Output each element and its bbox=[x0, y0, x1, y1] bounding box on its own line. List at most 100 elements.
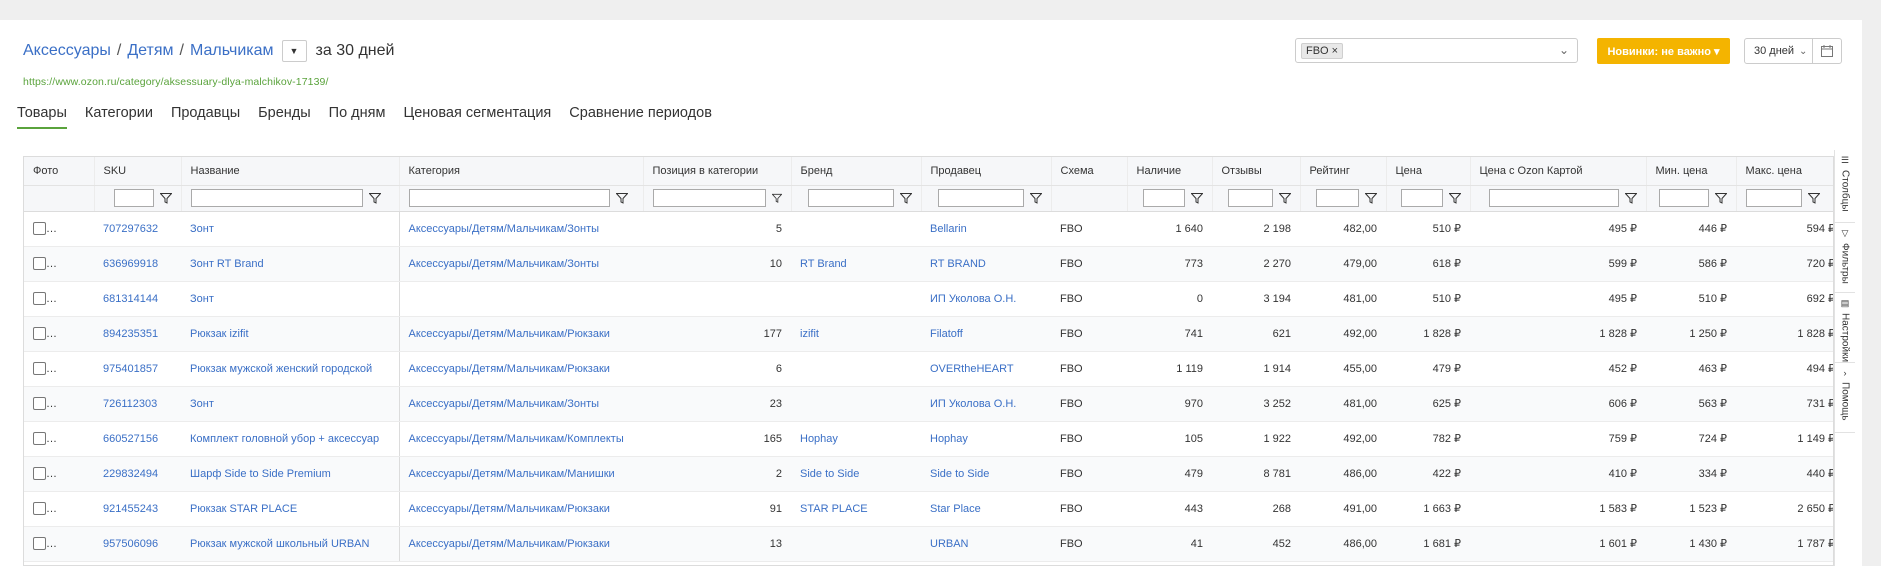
price-filter-input[interactable] bbox=[1400, 189, 1443, 207]
filter-icon[interactable] bbox=[899, 192, 912, 204]
breadcrumb-boys[interactable]: Мальчикам bbox=[190, 42, 274, 60]
brand-link[interactable]: Side to Side bbox=[800, 468, 859, 480]
filter-icon[interactable] bbox=[1624, 192, 1637, 204]
product-name-link[interactable]: Зонт RT Brand bbox=[190, 258, 264, 270]
product-name-link[interactable]: Комплект головной убор + аксессуар bbox=[190, 433, 379, 445]
scheme-filter-select[interactable]: FBO × ⌄ bbox=[1295, 38, 1578, 63]
row-checkbox[interactable] bbox=[33, 502, 46, 515]
product-thumbnail[interactable] bbox=[58, 459, 86, 488]
filter-icon[interactable] bbox=[615, 192, 628, 204]
name-filter-input[interactable] bbox=[190, 189, 363, 207]
table-row[interactable]: 707297632 Зонт Аксессуары/Детям/Мальчикам/… bbox=[24, 211, 1833, 247]
product-thumbnail[interactable] bbox=[58, 354, 86, 383]
product-thumbnail[interactable] bbox=[58, 529, 86, 558]
column-header-reviews[interactable]: Отзывы bbox=[1212, 157, 1301, 186]
table-row[interactable]: 957506096 Рюкзак мужской школьный URBAN Ак… bbox=[24, 526, 1833, 562]
min-price-filter-input[interactable] bbox=[1658, 189, 1709, 207]
filter-icon[interactable] bbox=[1029, 192, 1042, 204]
tab-products[interactable]: Товары bbox=[17, 105, 67, 129]
seller-link[interactable]: Bellarin bbox=[930, 223, 967, 235]
column-header-scheme[interactable]: Схема bbox=[1051, 157, 1128, 186]
product-thumbnail[interactable] bbox=[58, 249, 86, 278]
products-table-container[interactable]: Фото SKU Название Категория Позиция в ка… bbox=[23, 156, 1834, 566]
sku-link[interactable]: 975401857 bbox=[103, 363, 158, 375]
sku-link[interactable]: 921455243 bbox=[103, 503, 158, 515]
product-thumbnail[interactable] bbox=[58, 284, 86, 313]
category-link[interactable]: Аксессуары/Детям/Мальчикам/Рюкзаки bbox=[409, 538, 610, 550]
table-row[interactable]: 636969918 Зонт RT Brand Аксессуары/Детям/М… bbox=[24, 246, 1833, 282]
sku-filter-input[interactable] bbox=[113, 189, 154, 207]
max-price-filter-input[interactable] bbox=[1745, 189, 1802, 207]
sidebar-item-columns[interactable]: ☰ Столбцы bbox=[1835, 150, 1855, 223]
column-header-photo[interactable]: Фото bbox=[24, 157, 95, 186]
row-checkbox[interactable] bbox=[33, 362, 46, 375]
row-checkbox[interactable] bbox=[33, 327, 46, 340]
brand-filter-input[interactable] bbox=[807, 189, 894, 207]
table-row[interactable]: 975401857 Рюкзак мужской женский городско… bbox=[24, 351, 1833, 387]
row-checkbox[interactable] bbox=[33, 292, 46, 305]
tab-price-segmentation[interactable]: Ценовая сегментация bbox=[403, 105, 551, 129]
column-header-max-price[interactable]: Макс. цена bbox=[1736, 157, 1833, 186]
sku-link[interactable]: 681314144 bbox=[103, 293, 158, 305]
table-row[interactable]: 921455243 Рюкзак STAR PLACE Аксессуары/Дет… bbox=[24, 491, 1833, 527]
product-thumbnail[interactable] bbox=[58, 389, 86, 418]
table-row[interactable]: 726112303 Зонт Аксессуары/Детям/Мальчикам/… bbox=[24, 386, 1833, 422]
seller-link[interactable]: Side to Side bbox=[930, 468, 989, 480]
seller-link[interactable]: ИП Уколова О.Н. bbox=[930, 398, 1016, 410]
filter-icon[interactable] bbox=[1364, 192, 1377, 204]
column-header-position[interactable]: Позиция в категории bbox=[643, 157, 792, 186]
reviews-filter-input[interactable] bbox=[1227, 189, 1273, 207]
product-thumbnail[interactable] bbox=[58, 424, 86, 453]
filter-icon[interactable] bbox=[1448, 192, 1461, 204]
filter-icon[interactable] bbox=[771, 193, 782, 204]
product-name-link[interactable]: Рюкзак STAR PLACE bbox=[190, 503, 297, 515]
category-filter-input[interactable] bbox=[408, 189, 610, 207]
category-link[interactable]: Аксессуары/Детям/Мальчикам/Зонты bbox=[409, 258, 600, 270]
breadcrumb-children[interactable]: Детям bbox=[127, 42, 173, 60]
category-link[interactable]: Аксессуары/Детям/Мальчикам/Рюкзаки bbox=[409, 503, 610, 515]
product-name-link[interactable]: Рюкзак мужской школьный URBAN bbox=[190, 538, 369, 550]
sidebar-item-settings[interactable]: ▤ Настройки bbox=[1835, 293, 1855, 363]
category-url[interactable]: https://www.ozon.ru/category/aksessuary-… bbox=[23, 76, 328, 88]
calendar-button[interactable] bbox=[1812, 38, 1842, 64]
category-link[interactable]: Аксессуары/Детям/Мальчикам/Рюкзаки bbox=[409, 328, 610, 340]
brand-link[interactable]: izifit bbox=[800, 328, 819, 340]
category-dropdown-button[interactable]: ▼ bbox=[281, 40, 307, 62]
column-header-category[interactable]: Категория bbox=[398, 157, 644, 186]
rating-filter-input[interactable] bbox=[1315, 189, 1359, 207]
column-header-brand[interactable]: Бренд bbox=[791, 157, 922, 186]
filter-icon[interactable] bbox=[1278, 192, 1291, 204]
category-link[interactable]: Аксессуары/Детям/Мальчикам/Рюкзаки bbox=[409, 363, 610, 375]
column-header-min-price[interactable]: Мин. цена bbox=[1646, 157, 1737, 186]
brand-link[interactable]: RT Brand bbox=[800, 258, 847, 270]
category-link[interactable]: Аксессуары/Детям/Мальчикам/Зонты bbox=[409, 223, 600, 235]
sku-link[interactable]: 636969918 bbox=[103, 258, 158, 270]
sku-link[interactable]: 660527156 bbox=[103, 433, 158, 445]
category-link[interactable]: Аксессуары/Детям/Мальчикам/Зонты bbox=[409, 398, 600, 410]
ozon-card-price-filter-input[interactable] bbox=[1488, 189, 1619, 207]
tab-brands[interactable]: Бренды bbox=[258, 105, 311, 129]
filter-icon[interactable] bbox=[1190, 192, 1203, 204]
brand-link[interactable]: STAR PLACE bbox=[800, 503, 868, 515]
column-header-stock[interactable]: Наличие bbox=[1127, 157, 1213, 186]
table-row[interactable]: 894235351 Рюкзак izifit Аксессуары/Детям/М… bbox=[24, 316, 1833, 352]
product-thumbnail[interactable] bbox=[58, 319, 86, 348]
product-thumbnail[interactable] bbox=[58, 494, 86, 523]
table-row[interactable]: 660527156 Комплект головной убор + аксесс… bbox=[24, 421, 1833, 457]
sku-link[interactable]: 957506096 bbox=[103, 538, 158, 550]
position-filter-input[interactable] bbox=[652, 189, 766, 207]
fbo-chip[interactable]: FBO × bbox=[1301, 42, 1344, 59]
seller-link[interactable]: URBAN bbox=[930, 538, 969, 550]
seller-link[interactable]: Star Place bbox=[930, 503, 981, 515]
column-header-name[interactable]: Название bbox=[181, 157, 400, 186]
brand-link[interactable]: Hophay bbox=[800, 433, 838, 445]
seller-filter-input[interactable] bbox=[937, 189, 1024, 207]
seller-link[interactable]: Filatoff bbox=[930, 328, 963, 340]
row-checkbox[interactable] bbox=[33, 537, 46, 550]
seller-link[interactable]: ИП Уколова О.Н. bbox=[930, 293, 1016, 305]
sidebar-item-filters[interactable]: ▽ Фильтры bbox=[1835, 223, 1855, 293]
table-row[interactable]: 681314144 Зонт ИП Уколова О.Н. FBO 0 3 194 481… bbox=[24, 281, 1833, 317]
seller-link[interactable]: OVERtheHEART bbox=[930, 363, 1014, 375]
column-header-seller[interactable]: Продавец bbox=[921, 157, 1052, 186]
filter-icon[interactable] bbox=[159, 192, 172, 204]
